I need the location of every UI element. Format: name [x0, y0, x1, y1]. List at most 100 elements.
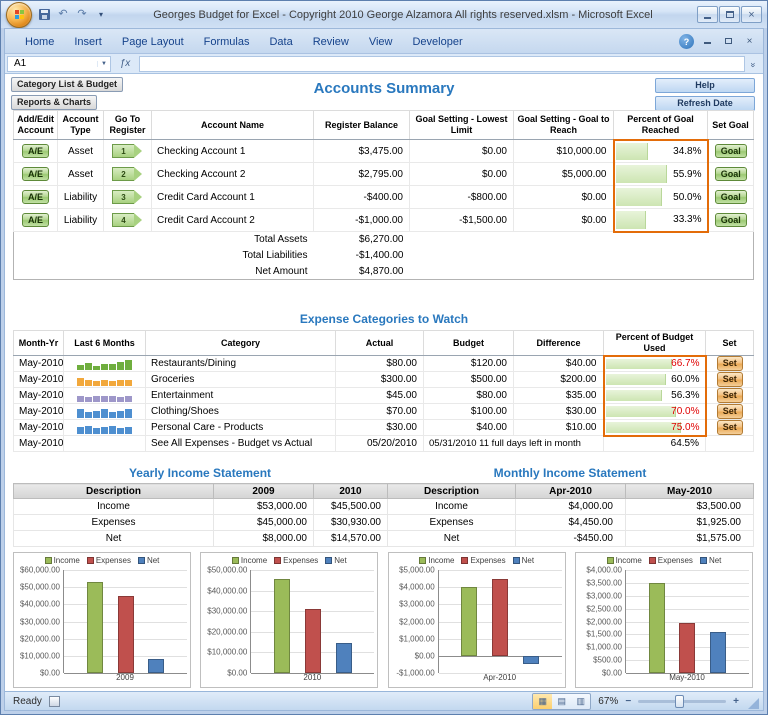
set-goal-button[interactable]: Goal [715, 190, 747, 205]
goal-to-reach: $0.00 [514, 209, 614, 232]
expand-formula-bar-button[interactable]: » [747, 55, 761, 73]
sparkline-bar [93, 411, 100, 418]
income-row: Net$8,000.00$14,570.00 [14, 531, 388, 547]
normal-view-button[interactable]: ▦ [533, 694, 552, 709]
tab-formulas[interactable]: Formulas [194, 32, 260, 53]
qat-customize-button[interactable]: ▾ [93, 7, 109, 23]
monthly-income-section: Monthly Income StatementDescriptionApr-2… [387, 466, 753, 547]
y-tick-label: $4,000.00 [399, 583, 435, 592]
page-layout-view-button[interactable]: ▤ [552, 694, 571, 709]
refresh-date-button[interactable]: Refresh Date [655, 96, 755, 111]
zoom-slider-thumb[interactable] [675, 695, 684, 708]
see-all-expenses-link[interactable]: See All Expenses - Budget vs Actual [146, 436, 336, 452]
go-to-register-button[interactable]: 3 [112, 190, 143, 204]
tab-view[interactable]: View [359, 32, 403, 53]
tab-data[interactable]: Data [259, 32, 302, 53]
legend-item: Net [700, 556, 721, 565]
register-balance: $2,795.00 [314, 163, 410, 186]
set-goal-button[interactable]: Goal [715, 213, 747, 228]
expense-col-header: Last 6 Months [64, 331, 146, 356]
go-to-register-button[interactable]: 1 [112, 144, 143, 158]
legend-label: Net [709, 556, 721, 565]
chart-legend: IncomeExpensesNet [392, 555, 562, 566]
tab-insert[interactable]: Insert [64, 32, 112, 53]
div: $50,000.00$40,000.00$30,000.00$20,000.00… [204, 570, 374, 673]
redo-button[interactable]: ↷ [74, 7, 90, 23]
y-tick-label: $3,500.00 [586, 578, 622, 587]
formula-input[interactable] [139, 56, 745, 72]
office-button[interactable] [6, 2, 32, 28]
go-to-register-button[interactable]: 2 [112, 167, 143, 181]
set-budget-button[interactable]: Set [717, 372, 743, 387]
set-budget-button[interactable]: Set [717, 404, 743, 419]
set-budget-button[interactable]: Set [717, 420, 743, 435]
ribbon-help-button[interactable]: ? [679, 34, 694, 49]
chevron-icon: » [749, 62, 759, 67]
expense-col-header: Budget [424, 331, 514, 356]
add-edit-account-button[interactable]: A/E [22, 167, 49, 182]
tab-review[interactable]: Review [303, 32, 359, 53]
tab-page-layout[interactable]: Page Layout [112, 32, 194, 53]
set-budget-button[interactable]: Set [717, 356, 743, 371]
y-axis-labels: $50,000.00$40,000.00$30,000.00$20,000.00… [204, 570, 250, 673]
go-to-register-button[interactable]: 4 [112, 213, 143, 227]
income-value: $14,570.00 [314, 531, 388, 547]
sparkline-bar [101, 427, 108, 434]
resize-grip[interactable] [748, 698, 759, 709]
income-row-label: Expenses [14, 515, 214, 531]
zoom-level[interactable]: 67% [598, 696, 618, 707]
zoom-out-button[interactable]: − [625, 696, 631, 707]
add-edit-account-button[interactable]: A/E [22, 190, 49, 205]
expense-row: May-2010Entertainment$45.00$80.00$35.005… [14, 388, 754, 404]
undo-button[interactable]: ↶ [55, 7, 71, 23]
tab-developer[interactable]: Developer [402, 32, 472, 53]
bar-expenses [118, 596, 134, 673]
set-goal-button[interactable]: Goal [715, 167, 747, 182]
zoom-slider[interactable] [638, 700, 726, 703]
income-statement-title: Yearly Income Statement [13, 466, 387, 483]
sparkline-bar [117, 411, 124, 418]
maximize-button[interactable] [719, 6, 740, 23]
totals-row: Total Assets$6,270.00 [14, 232, 754, 248]
add-edit-account-button[interactable]: A/E [22, 144, 49, 159]
name-box-dropdown-icon[interactable]: ▼ [97, 61, 110, 67]
y-tick-label: $1,000.00 [586, 643, 622, 652]
y-tick-label: $60,000.00 [20, 566, 60, 575]
sparkline-chart [64, 422, 145, 434]
arrow-right-icon [134, 167, 142, 181]
income-row-label: Expenses [388, 515, 516, 531]
sparkline-bar [85, 412, 92, 418]
zoom-in-button[interactable]: + [733, 696, 739, 707]
chart-legend: IncomeExpensesNet [17, 555, 187, 566]
set-budget-button[interactable]: Set [717, 388, 743, 403]
minimize-icon [704, 17, 711, 19]
name-box[interactable]: A1 ▼ [7, 56, 111, 72]
income-value: $53,000.00 [214, 499, 314, 515]
register-number: 3 [112, 190, 134, 204]
legend-swatch [607, 557, 614, 564]
workbook-restore-button[interactable] [721, 36, 736, 47]
save-button[interactable] [36, 7, 52, 23]
workbook-close-button[interactable]: × [742, 36, 757, 47]
add-edit-account-button[interactable]: A/E [22, 213, 49, 228]
totals-row: Net Amount$4,870.00 [14, 264, 754, 280]
set-goal-button[interactable]: Goal [715, 144, 747, 159]
macro-record-icon[interactable] [49, 696, 60, 707]
difference-value: $35.00 [514, 388, 604, 404]
account-name: Credit Card Account 1 [152, 186, 314, 209]
page-break-view-button[interactable]: ▥ [571, 694, 590, 709]
percent-of-goal-value: 34.8% [615, 146, 707, 157]
workbook-minimize-button[interactable] [700, 36, 715, 47]
gridline [626, 583, 749, 584]
tab-home[interactable]: Home [15, 32, 64, 53]
account-name: Checking Account 1 [152, 140, 314, 163]
bar-expenses [492, 579, 508, 655]
expense-body: May-2010Restaurants/Dining$80.00$120.00$… [14, 356, 754, 452]
goal-to-reach: $5,000.00 [514, 163, 614, 186]
close-button[interactable]: × [741, 6, 762, 23]
reports-charts-button[interactable]: Reports & Charts [11, 95, 97, 110]
percent-of-goal-value: 50.0% [615, 192, 707, 203]
minimize-button[interactable] [697, 6, 718, 23]
insert-function-button[interactable]: ƒx [113, 58, 137, 69]
legend-swatch [138, 557, 145, 564]
